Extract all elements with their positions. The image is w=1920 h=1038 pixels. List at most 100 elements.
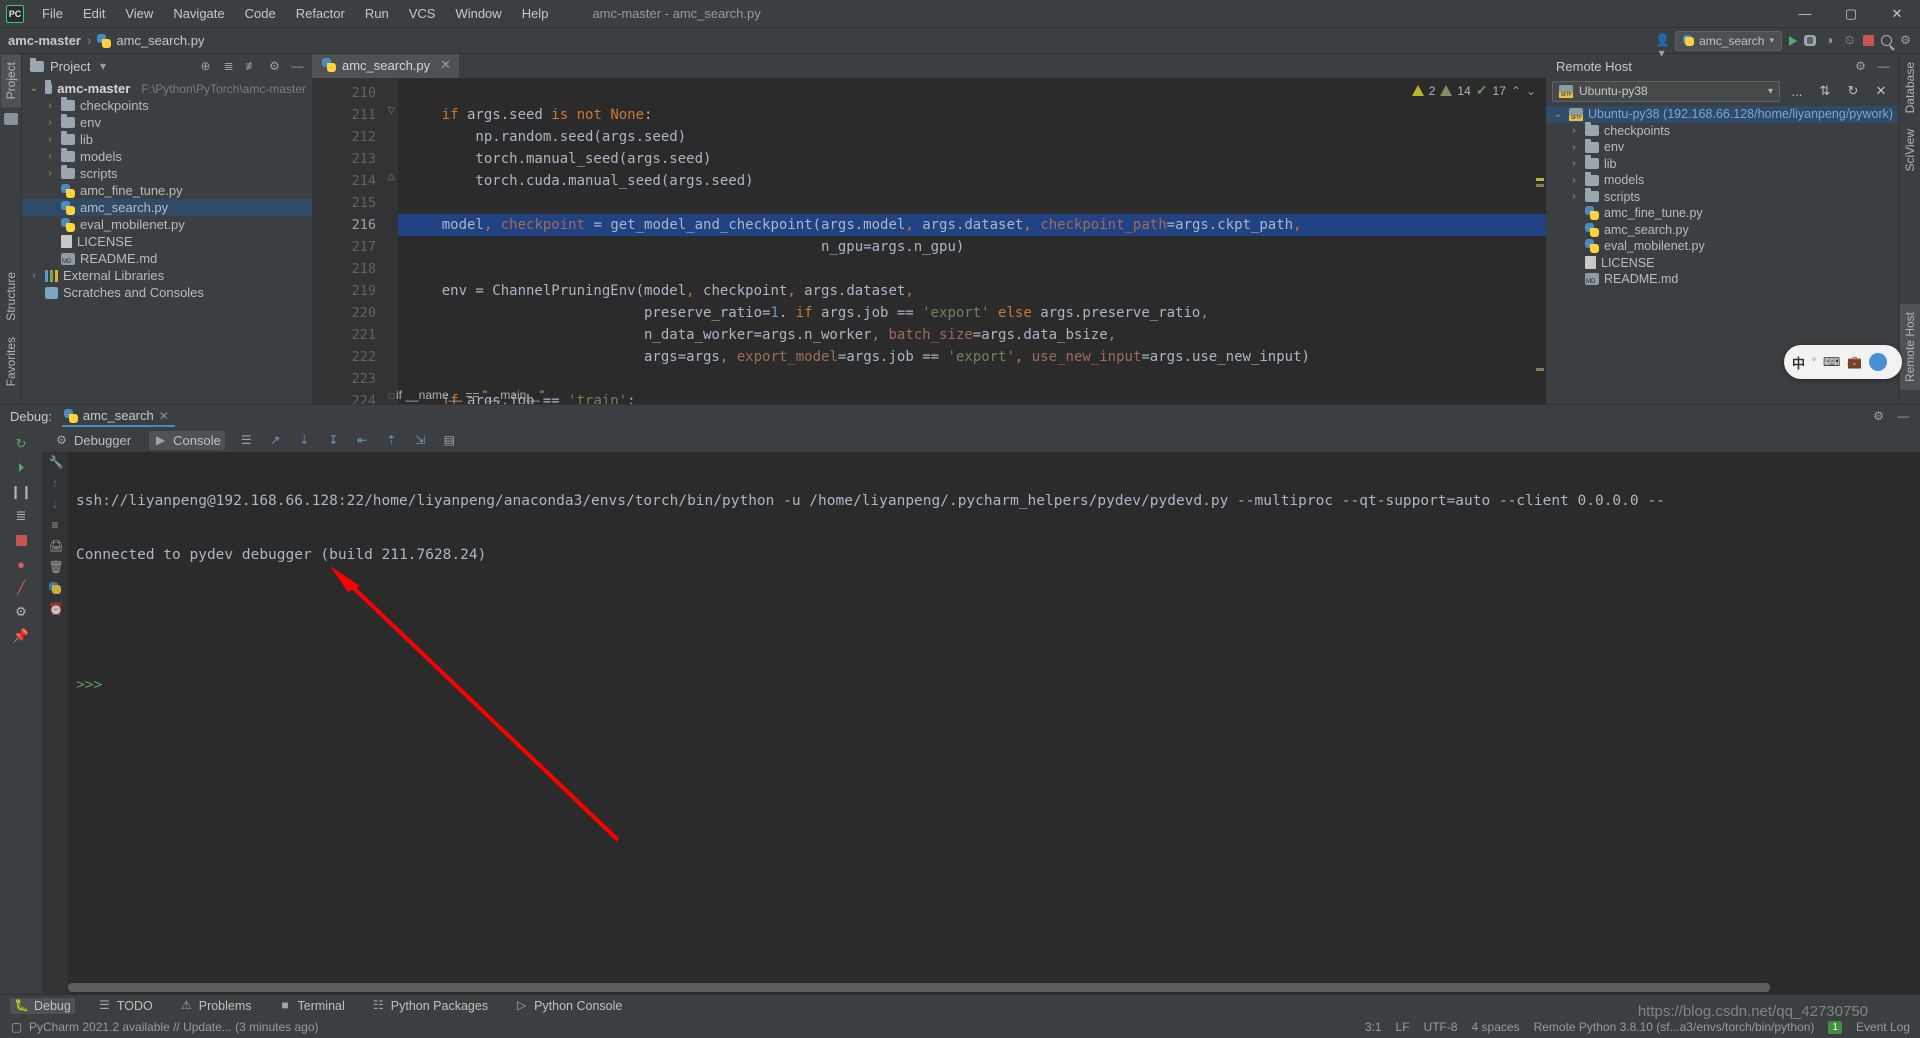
clock-icon[interactable]: ⏰ <box>49 603 62 616</box>
editor-line-number[interactable]: 217 <box>312 236 384 258</box>
evaluate-expression-icon[interactable]: ▤ <box>442 434 457 447</box>
soft-wrap-icon[interactable]: ≡ <box>49 519 62 532</box>
editor-code-line[interactable]: n_data_worker=args.n_worker, batch_size=… <box>398 324 1546 346</box>
editor-code-line[interactable]: n_gpu=args.n_gpu) <box>398 236 1546 258</box>
remote-tree-node[interactable]: amc_search.py <box>1546 222 1898 239</box>
expand-all-icon[interactable]: ≣ <box>222 60 235 73</box>
keyboard-icon[interactable]: ⌨ <box>1823 355 1840 369</box>
run-icon[interactable] <box>1789 36 1797 46</box>
line-separator[interactable]: LF <box>1396 1020 1410 1034</box>
sidebar-item-favorites[interactable]: Favorites <box>1 329 21 394</box>
pause-icon[interactable]: ❙❙ <box>8 480 34 504</box>
mute-breakpoints-icon[interactable]: ╱ <box>8 576 34 600</box>
editor-line-number[interactable]: 218 <box>312 258 384 280</box>
sidebar-item-sciview[interactable]: SciView <box>1900 121 1920 179</box>
indent-setting[interactable]: 4 spaces <box>1472 1020 1520 1034</box>
breadcrumb-file[interactable]: amc_search.py <box>116 33 204 48</box>
inspections-widget[interactable]: 2 14 ✓ 17 ⌃ ⌄ <box>1412 82 1536 99</box>
debug-console[interactable]: 🔧 ↑ ↓ ≡ 🖨 🗑 ⏰ ssh://liyanpeng@192.168.66… <box>42 452 1920 994</box>
editor-line-number[interactable]: 223 <box>312 368 384 390</box>
remote-tree-node[interactable]: LICENSE <box>1546 255 1898 272</box>
menu-edit[interactable]: Edit <box>73 2 115 25</box>
bottom-tab-problems[interactable]: ⚠ Problems <box>175 998 256 1014</box>
collapse-all-icon[interactable]: ≢ <box>245 60 258 73</box>
show-execution-point-icon[interactable]: ↗ <box>268 434 283 447</box>
trash-icon[interactable]: 🗑 <box>49 561 62 574</box>
editor-code-line[interactable] <box>398 368 1546 390</box>
menu-refactor[interactable]: Refactor <box>286 2 355 25</box>
force-step-into-icon[interactable]: ⇤ <box>355 434 370 447</box>
maximize-button[interactable]: ▢ <box>1828 0 1874 28</box>
editor-line-number[interactable]: 220 <box>312 302 384 324</box>
scroll-down-icon[interactable]: ↓ <box>49 498 62 511</box>
stop-icon[interactable] <box>8 528 34 552</box>
gear-icon[interactable]: ⚙ <box>1872 410 1885 423</box>
fold-marker-slot[interactable]: ▽ <box>384 100 398 122</box>
sidebar-item-database[interactable]: Database <box>1900 54 1920 121</box>
step-out-icon[interactable]: ⇡ <box>384 434 399 447</box>
expand-arrow-icon[interactable]: › <box>44 151 56 162</box>
fold-marker-slot[interactable] <box>384 276 398 298</box>
menu-vcs[interactable]: VCS <box>399 2 446 25</box>
file-encoding[interactable]: UTF-8 <box>1424 1020 1458 1034</box>
fold-marker-slot[interactable] <box>384 254 398 276</box>
editor-line-number[interactable]: 210 <box>312 82 384 104</box>
project-tree-node[interactable]: eval_mobilenet.py <box>22 216 312 233</box>
remote-tree-node[interactable]: ›env <box>1546 139 1898 156</box>
remote-tree-root[interactable]: ⌄Ubuntu-py38 (192.168.66.128/home/liyanp… <box>1546 106 1898 123</box>
refresh-icon[interactable]: ↻ <box>1842 81 1864 102</box>
editor-breadcrumb[interactable]: if __name__ == "__main__" <box>384 386 544 404</box>
fold-marker-slot[interactable] <box>384 144 398 166</box>
menu-run[interactable]: Run <box>355 2 399 25</box>
sync-icon[interactable]: ⇅ <box>1814 81 1836 102</box>
project-tree-node[interactable]: ›env <box>22 114 312 131</box>
pin-icon[interactable]: 📌 <box>8 624 34 648</box>
project-file-tree[interactable]: ⌄amc-masterF:\Python\PyTorch\amc-master›… <box>22 78 312 404</box>
console-horizontal-scrollbar[interactable] <box>68 983 1918 992</box>
code-folding-icon[interactable]: △ <box>387 172 396 181</box>
expand-arrow-icon[interactable]: › <box>1568 191 1580 202</box>
editor-tab-amc-search[interactable]: amc_search.py ✕ <box>312 54 459 78</box>
editor-code-line[interactable]: args=args, export_model=args.job == 'exp… <box>398 346 1546 368</box>
resume-icon[interactable]: ⏵ <box>8 456 34 480</box>
bottom-tab-python-packages[interactable]: ☷ Python Packages <box>367 998 492 1014</box>
menu-window[interactable]: Window <box>445 2 511 25</box>
project-tree-node[interactable]: ›External Libraries <box>22 267 312 284</box>
bottom-tab-python-console[interactable]: ▷ Python Console <box>510 998 626 1014</box>
menu-code[interactable]: Code <box>235 2 286 25</box>
fold-marker-slot[interactable] <box>384 122 398 144</box>
chevron-down-icon[interactable]: ▾ <box>96 60 109 73</box>
menu-file[interactable]: File <box>32 2 73 25</box>
fold-marker-slot[interactable] <box>384 232 398 254</box>
python-console-icon[interactable] <box>49 582 62 595</box>
caret-position[interactable]: 3:1 <box>1365 1020 1382 1034</box>
fold-marker-slot[interactable] <box>384 188 398 210</box>
minimize-button[interactable]: — <box>1782 0 1828 28</box>
bottom-tab-terminal[interactable]: ■ Terminal <box>274 998 349 1014</box>
expand-arrow-icon[interactable]: ⌄ <box>1552 109 1564 120</box>
profile-icon[interactable]: ⏲ <box>1843 34 1856 47</box>
remote-tree-node[interactable]: eval_mobilenet.py <box>1546 238 1898 255</box>
code-folding-icon[interactable]: ▽ <box>387 106 396 115</box>
editor-code-line[interactable] <box>398 258 1546 280</box>
editor-line-number[interactable]: 213 <box>312 148 384 170</box>
editor-line-number[interactable]: 224 <box>312 390 384 404</box>
run-configuration-selector[interactable]: amc_search ▾ <box>1675 31 1782 51</box>
editor-line-number[interactable]: 215 <box>312 192 384 214</box>
expand-arrow-icon[interactable]: › <box>44 134 56 145</box>
project-tree-node[interactable]: LICENSE <box>22 233 312 250</box>
close-icon[interactable]: ✕ <box>1870 81 1892 102</box>
chevron-down-icon[interactable]: ⌄ <box>1526 84 1536 98</box>
stop-icon[interactable] <box>1863 35 1874 46</box>
project-tree-node[interactable]: Scratches and Consoles <box>22 284 312 301</box>
bottom-tab-todo[interactable]: ☰ TODO <box>93 998 157 1014</box>
editor-line-number[interactable]: 221 <box>312 324 384 346</box>
remote-tree-node[interactable]: ›checkpoints <box>1546 123 1898 140</box>
close-button[interactable]: ✕ <box>1874 0 1920 28</box>
ime-floating-widget[interactable]: 中 ° ⌨ 💼 <box>1784 345 1902 379</box>
tab-debugger[interactable]: ⚙ Debugger <box>50 431 135 450</box>
project-tree-node[interactable]: ›models <box>22 148 312 165</box>
search-everywhere-icon[interactable] <box>1881 35 1892 46</box>
hide-icon[interactable]: — <box>1897 410 1910 423</box>
tab-console[interactable]: ▶ Console <box>149 431 225 450</box>
